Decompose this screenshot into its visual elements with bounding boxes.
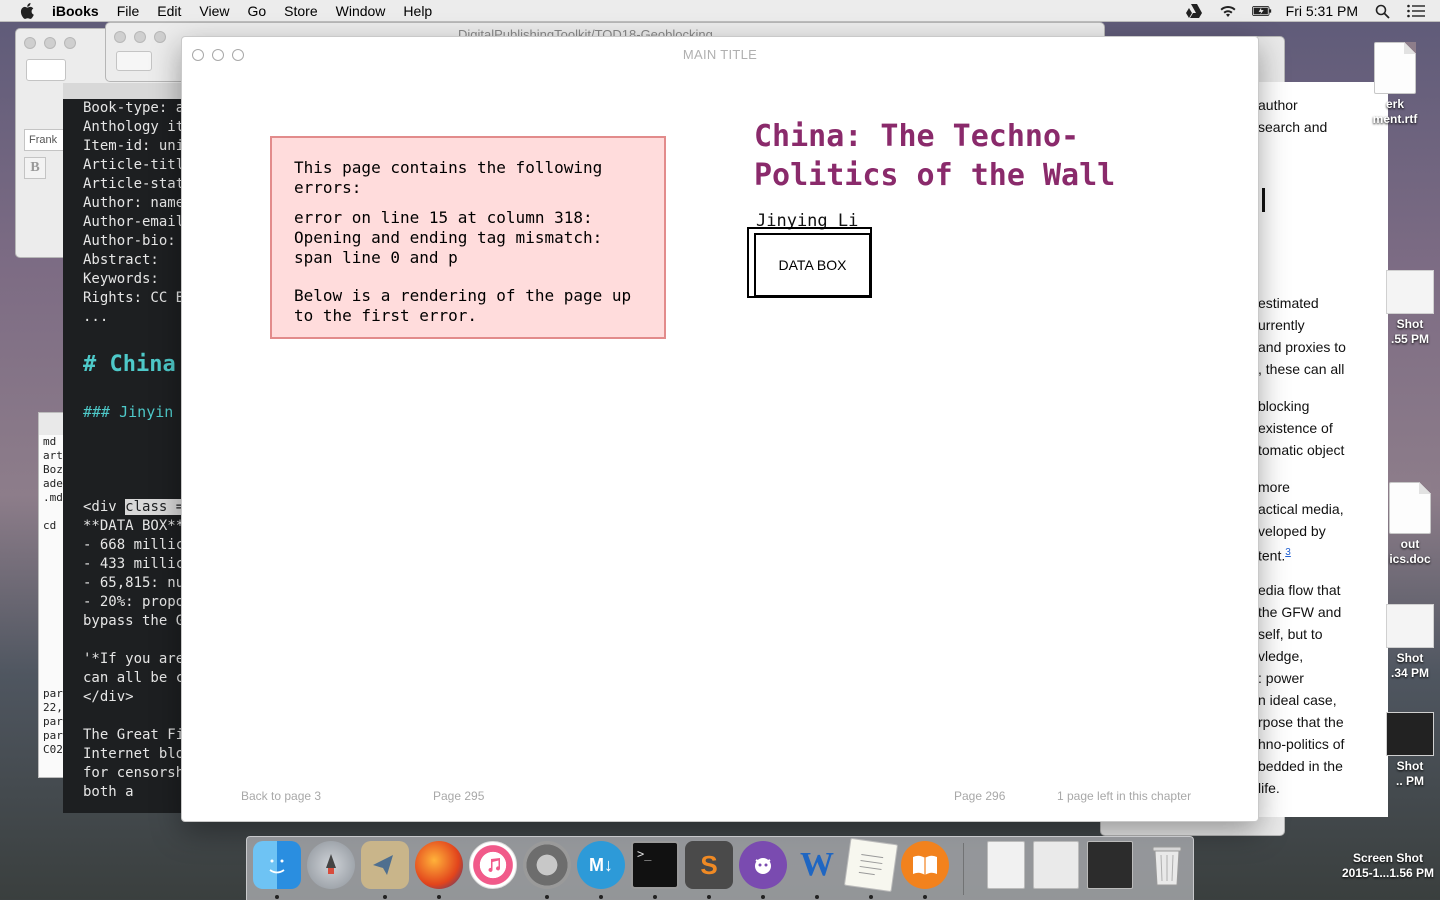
wifi-icon[interactable] [1218, 3, 1238, 19]
clock[interactable]: Fri 5:31 PM [1286, 3, 1358, 19]
desktop-icon-label: Shot .. PM [1395, 759, 1424, 788]
desktop-icon-label: out ics.doc [1389, 537, 1431, 566]
itunes-icon[interactable] [469, 841, 517, 889]
firefox-icon[interactable] [415, 841, 463, 889]
desktop-icon-label: erk ment.rtf [1372, 97, 1418, 126]
preview-line: tent. [1258, 547, 1286, 564]
menu-app-name[interactable]: iBooks [52, 3, 99, 19]
desktop-icon-label: Shot .34 PM [1390, 651, 1429, 680]
dock: M↓ >_ S W [246, 836, 1194, 900]
desktop-screenshot-2[interactable]: Shot .34 PM [1365, 604, 1440, 681]
notification-center-icon[interactable] [1406, 3, 1426, 19]
doc-document-icon [1389, 482, 1431, 534]
google-drive-icon[interactable] [1184, 3, 1204, 19]
rtf-document-icon [1374, 42, 1416, 94]
sublime-text-icon[interactable]: S [685, 841, 733, 889]
system-preferences-icon[interactable] [523, 841, 571, 889]
heading-fragment [1262, 188, 1265, 212]
data-box: DATA BOX [754, 233, 871, 297]
screenshot-thumbnail-icon [1386, 712, 1434, 756]
recent-stack-icon[interactable] [1033, 841, 1079, 889]
parse-error-box: This page contains the following errors:… [270, 136, 666, 339]
textedit-icon[interactable] [843, 837, 899, 893]
desktop-icon-label: Shot .55 PM [1390, 317, 1429, 346]
back-to-page-link[interactable]: Back to page 3 [241, 789, 321, 803]
launchpad-icon[interactable] [307, 841, 355, 889]
error-note: Below is a rendering of the page up to t… [294, 286, 632, 325]
finder-icon[interactable] [253, 841, 301, 889]
editor-div-tag: <div [83, 499, 126, 515]
error-detail: error on line 15 at column 318: Opening … [294, 208, 603, 267]
desktop-icon-label: Screen Shot 2015-1...1.56 PM [1341, 851, 1435, 880]
desktop-file-doc[interactable]: out ics.doc [1365, 482, 1440, 567]
desktop-screenshot-3[interactable]: Shot .. PM [1365, 712, 1440, 789]
page-number-left: Page 295 [433, 789, 485, 803]
trash-icon[interactable] [1143, 841, 1191, 889]
desktop-screenshot-4[interactable]: Screen Shot 2015-1...1.56 PM [1336, 848, 1440, 881]
window-title: MAIN TITLE [682, 47, 758, 62]
footnote-link[interactable]: 3 [1285, 547, 1291, 558]
menu-bar: iBooks File Edit View Go Store Window He… [0, 0, 1440, 22]
menu-file[interactable]: File [117, 3, 140, 19]
menu-window[interactable]: Window [336, 3, 386, 19]
menu-help[interactable]: Help [403, 3, 432, 19]
article-title: China: The Techno-Politics of the Wall [754, 119, 1116, 193]
downloads-stack-icon[interactable] [1087, 841, 1133, 889]
menu-view[interactable]: View [199, 3, 229, 19]
desktop-screenshot-1[interactable]: Shot .55 PM [1365, 270, 1440, 347]
screenshot-thumbnail-icon [1386, 270, 1434, 314]
dock-separator [963, 843, 964, 895]
terminal-icon[interactable]: >_ [631, 841, 679, 889]
apple-icon[interactable] [18, 2, 36, 20]
menu-store[interactable]: Store [284, 3, 317, 19]
documents-stack-icon[interactable] [987, 841, 1025, 889]
menu-edit[interactable]: Edit [157, 3, 181, 19]
page-number-right: Page 296 [954, 789, 1006, 803]
error-heading: This page contains the following errors: [294, 158, 603, 197]
battery-icon[interactable] [1251, 3, 1272, 19]
screenshot-thumbnail-icon [1386, 604, 1434, 648]
editor-selection: class = [125, 499, 185, 515]
github-icon[interactable] [739, 841, 787, 889]
new-button[interactable] [26, 59, 66, 81]
ibooks-icon[interactable] [901, 841, 949, 889]
spotlight-search-icon[interactable] [1372, 3, 1392, 19]
menu-go[interactable]: Go [247, 3, 266, 19]
chapter-pages-left: 1 page left in this chapter [1057, 789, 1192, 803]
macdown-icon[interactable]: M↓ [577, 841, 625, 889]
word-icon[interactable]: W [793, 841, 841, 889]
ibooks-window[interactable]: MAIN TITLE This page contains the follow… [181, 36, 1259, 822]
bold-button[interactable]: B [24, 157, 46, 179]
add-button[interactable] [116, 51, 152, 71]
desktop-file-rtf[interactable]: erk ment.rtf [1350, 42, 1440, 127]
mail-icon[interactable] [361, 841, 409, 889]
